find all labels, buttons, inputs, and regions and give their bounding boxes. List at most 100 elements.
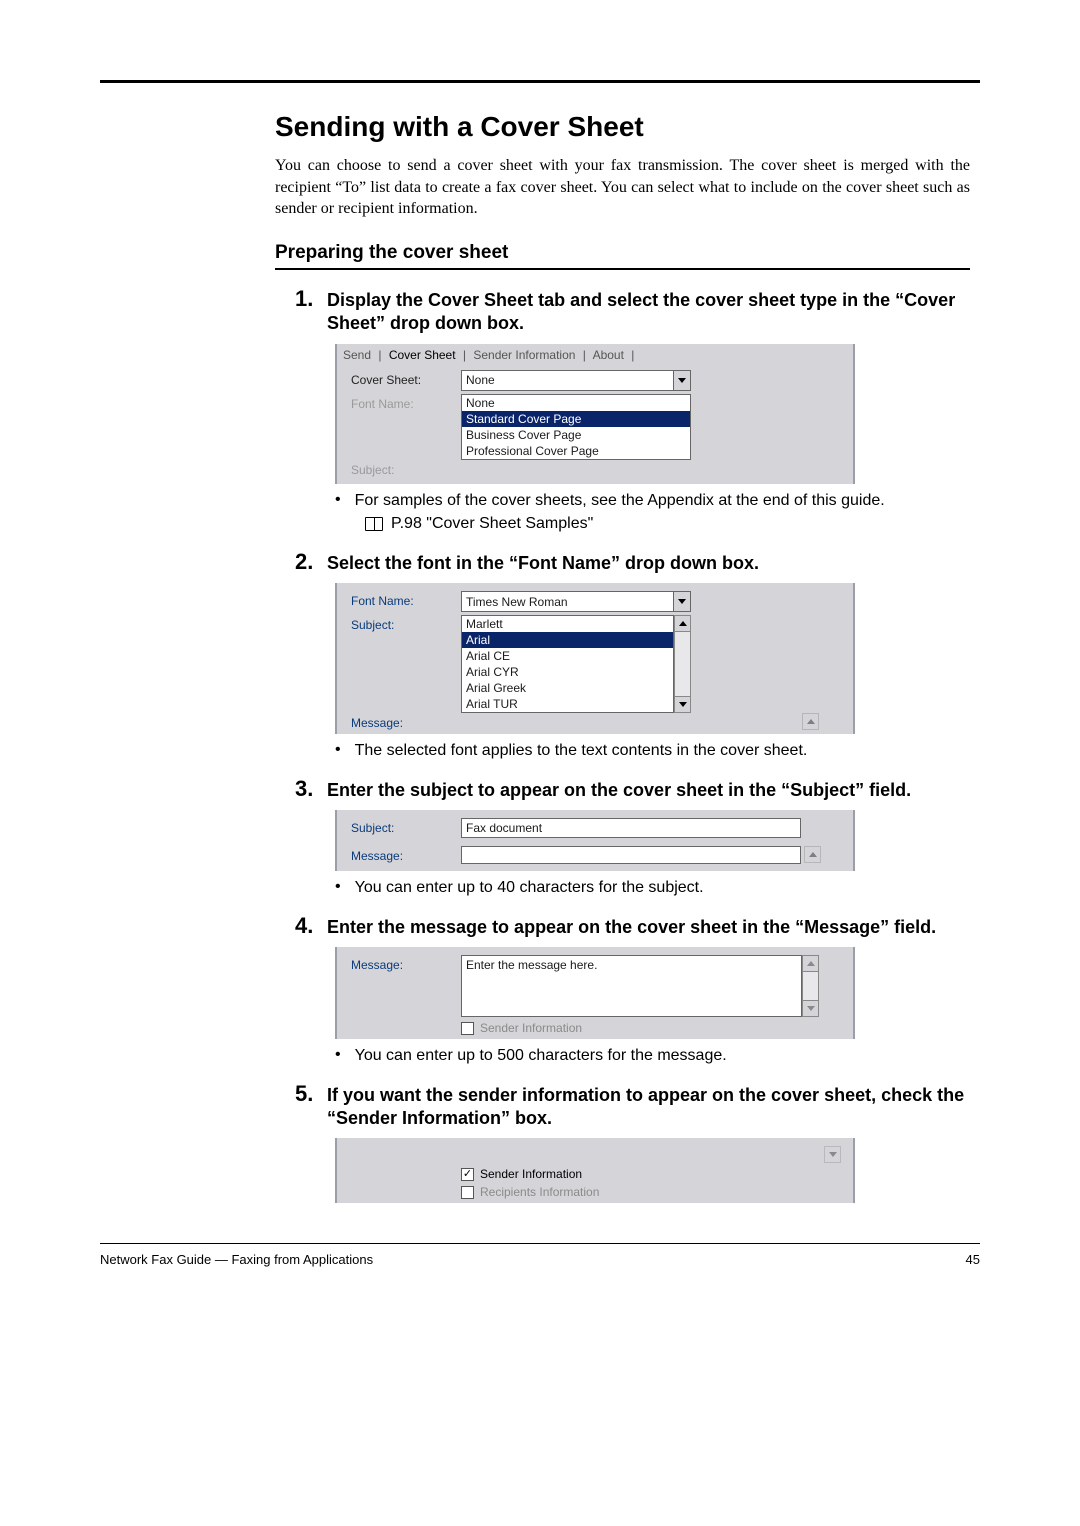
- screenshot-font-name: Font Name: Times New Roman Subject: Marl…: [335, 583, 855, 734]
- note-text: For samples of the cover sheets, see the…: [355, 490, 885, 512]
- list-item[interactable]: Business Cover Page: [462, 427, 690, 443]
- section-heading: Preparing the cover sheet: [275, 242, 970, 270]
- screenshot-cover-sheet-tab: Send | Cover Sheet | Sender Information …: [335, 344, 855, 484]
- panel: Cover Sheet: None Font Name: None Standa…: [337, 362, 853, 484]
- sender-info-checkbox-row: Sender Information: [461, 1021, 843, 1035]
- tab-cover-sheet[interactable]: Cover Sheet: [389, 348, 460, 362]
- scroll-up-icon[interactable]: [802, 955, 819, 972]
- step-text: If you want the sender information to ap…: [327, 1084, 970, 1131]
- book-icon: [365, 517, 383, 531]
- font-name-dropdown[interactable]: Times New Roman: [461, 591, 691, 612]
- textarea-content[interactable]: Enter the message here.: [461, 955, 802, 1017]
- subject-input[interactable]: Fax document: [461, 818, 801, 838]
- bullet-icon: •: [335, 490, 341, 512]
- list-item[interactable]: None: [462, 395, 690, 411]
- label-cover-sheet: Cover Sheet:: [351, 370, 441, 387]
- scroll-up-icon[interactable]: [674, 615, 691, 632]
- bullet-icon: •: [335, 877, 341, 899]
- label-subject: Subject:: [351, 423, 441, 477]
- chevron-down-icon[interactable]: [673, 592, 690, 611]
- checkbox-label: Recipients Information: [480, 1185, 599, 1199]
- dropdown-value: None: [462, 373, 673, 387]
- step-4: 4. Enter the message to appear on the co…: [295, 913, 970, 939]
- bullet-icon: •: [335, 1045, 341, 1067]
- scrollbar[interactable]: [802, 955, 819, 1017]
- footer-left: Network Fax Guide — Faxing from Applicat…: [100, 1252, 373, 1267]
- bullet-icon: •: [335, 740, 341, 762]
- tab-divider: |: [463, 348, 470, 362]
- screenshot-sender-info: ✓ Sender Information Recipients Informat…: [335, 1138, 855, 1203]
- list-item[interactable]: Standard Cover Page: [462, 411, 690, 427]
- list-item[interactable]: Marlett: [462, 616, 673, 632]
- note-text: You can enter up to 40 characters for th…: [355, 877, 704, 899]
- page-title: Sending with a Cover Sheet: [275, 111, 970, 143]
- recipients-info-checkbox-row: Recipients Information: [461, 1185, 843, 1199]
- list-item[interactable]: Arial: [462, 632, 673, 648]
- reference-link: P.98 "Cover Sheet Samples": [365, 513, 970, 535]
- tab-strip: Send | Cover Sheet | Sender Information …: [337, 344, 853, 362]
- step-4-note: • You can enter up to 500 characters for…: [335, 1045, 970, 1067]
- step-text: Display the Cover Sheet tab and select t…: [327, 289, 970, 336]
- step-text: Enter the subject to appear on the cover…: [327, 779, 911, 802]
- scroll-down-icon[interactable]: [802, 1000, 819, 1017]
- chevron-down-icon[interactable]: [673, 371, 690, 390]
- screenshot-message: Message: Enter the message here. Sender …: [335, 947, 855, 1039]
- step-5: 5. If you want the sender information to…: [295, 1081, 970, 1131]
- top-rule: [100, 80, 980, 83]
- label-font-name: Font Name:: [351, 591, 441, 608]
- scroll-up-icon[interactable]: [804, 846, 821, 863]
- message-input-partial[interactable]: [461, 846, 801, 864]
- step-number: 3.: [295, 776, 317, 802]
- cover-sheet-dropdown[interactable]: None: [461, 370, 691, 391]
- step-1: 1. Display the Cover Sheet tab and selec…: [295, 286, 970, 336]
- step-text: Select the font in the “Font Name” drop …: [327, 552, 759, 575]
- label-subject: Subject:: [351, 818, 441, 835]
- step-number: 2.: [295, 549, 317, 575]
- tab-send[interactable]: Send: [343, 348, 375, 362]
- intro-paragraph: You can choose to send a cover sheet wit…: [275, 155, 970, 220]
- step-2: 2. Select the font in the “Font Name” dr…: [295, 549, 970, 575]
- step-2-note: • The selected font applies to the text …: [335, 740, 970, 762]
- step-number: 5.: [295, 1081, 317, 1107]
- label-message: Message:: [351, 662, 441, 730]
- step-number: 1.: [295, 286, 317, 312]
- list-item[interactable]: Arial Greek: [462, 680, 673, 696]
- page-footer: Network Fax Guide — Faxing from Applicat…: [100, 1243, 980, 1267]
- checkbox-icon[interactable]: [461, 1022, 474, 1035]
- cover-sheet-options-list[interactable]: None Standard Cover Page Business Cover …: [461, 394, 691, 460]
- checkbox-icon[interactable]: ✓: [461, 1168, 474, 1181]
- note-text: You can enter up to 500 characters for t…: [355, 1045, 727, 1067]
- tab-sender-info[interactable]: Sender Information: [473, 348, 579, 362]
- label-message: Message:: [351, 955, 441, 972]
- step-text: Enter the message to appear on the cover…: [327, 916, 936, 939]
- tab-divider: |: [378, 348, 385, 362]
- note-text: The selected font applies to the text co…: [355, 740, 808, 762]
- scroll-track[interactable]: [674, 632, 691, 696]
- list-item[interactable]: Arial CE: [462, 648, 673, 664]
- checkbox-icon[interactable]: [461, 1186, 474, 1199]
- list-item[interactable]: Professional Cover Page: [462, 443, 690, 459]
- main-content: Sending with a Cover Sheet You can choos…: [275, 111, 980, 1203]
- list-item[interactable]: Arial TUR: [462, 696, 673, 712]
- scroll-down-icon[interactable]: [674, 696, 691, 713]
- message-textarea[interactable]: Enter the message here.: [461, 955, 819, 1017]
- sender-info-checkbox-row: ✓ Sender Information: [461, 1167, 843, 1181]
- step-number: 4.: [295, 913, 317, 939]
- checkbox-label: Sender Information: [480, 1167, 582, 1181]
- font-options-list[interactable]: Marlett Arial Arial CE Arial CYR Arial G…: [461, 615, 691, 713]
- tab-divider: |: [631, 348, 638, 362]
- label-subject: Subject:: [351, 615, 441, 632]
- checkbox-label: Sender Information: [480, 1021, 582, 1035]
- scrollbar[interactable]: [674, 615, 691, 713]
- screenshot-subject: Subject: Fax document Message:: [335, 810, 855, 871]
- scroll-down-icon[interactable]: [824, 1146, 841, 1163]
- label-message: Message:: [351, 846, 441, 863]
- tab-about[interactable]: About: [593, 348, 628, 362]
- step-3-note: • You can enter up to 40 characters for …: [335, 877, 970, 899]
- step-3: 3. Enter the subject to appear on the co…: [295, 776, 970, 802]
- list-item[interactable]: Arial CYR: [462, 664, 673, 680]
- scroll-up-icon[interactable]: [802, 713, 819, 730]
- step-1-note: • For samples of the cover sheets, see t…: [335, 490, 970, 535]
- scroll-track[interactable]: [802, 972, 819, 1000]
- label-font-name: Font Name:: [351, 394, 441, 411]
